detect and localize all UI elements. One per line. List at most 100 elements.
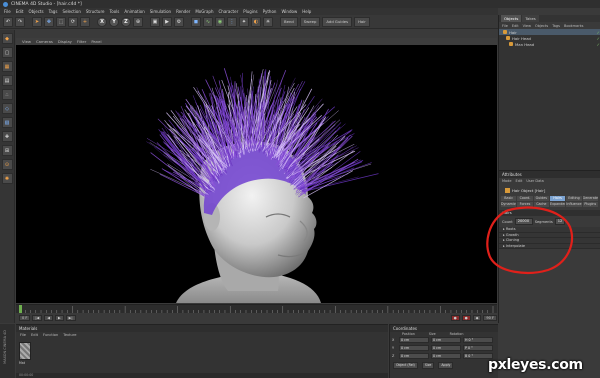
render-view-icon[interactable]: ▣ (150, 16, 160, 27)
viewport-menu-panel[interactable]: Panel (91, 39, 101, 44)
menu-plugins[interactable]: Plugins (243, 9, 257, 14)
menu-structure[interactable]: Structure (86, 9, 105, 14)
tab-objects[interactable]: Objects (501, 15, 522, 22)
tab-takes[interactable]: Takes (522, 15, 539, 22)
texture-mode-icon[interactable]: ▦ (1, 61, 13, 72)
tab-generate[interactable]: Generate (582, 196, 598, 201)
material-menu-function[interactable]: Function (43, 333, 58, 337)
points-mode-icon[interactable]: ∴ (1, 89, 13, 100)
array-icon[interactable]: ⋮ (227, 16, 237, 27)
z-axis-toggle[interactable]: Z (121, 16, 131, 27)
size-field[interactable]: 0 cm (431, 353, 461, 359)
undo-icon[interactable]: ↶ (3, 16, 13, 27)
viewport-menu-cameras[interactable]: Cameras (36, 39, 53, 44)
tab-coord[interactable]: Coord. (517, 196, 533, 201)
model-mode-icon[interactable]: ▢ (1, 47, 13, 58)
viewport-menu-view[interactable]: View (22, 39, 31, 44)
axis-mode-icon[interactable]: ✚ (1, 131, 13, 142)
count-field[interactable]: 20000 (514, 218, 533, 225)
menu-animation[interactable]: Animation (124, 9, 144, 14)
hair-tool-icon[interactable]: ✺ (1, 173, 13, 184)
attribute-menu-user-data[interactable]: User Data (526, 179, 543, 183)
apply-button[interactable]: Apply (438, 362, 454, 369)
tab-hairs[interactable]: Hairs (549, 196, 566, 201)
play-button[interactable]: ▶ (54, 315, 64, 321)
perspective-viewport[interactable] (16, 45, 497, 303)
menu-window[interactable]: Window (281, 9, 297, 14)
move-icon[interactable]: ✥ (44, 16, 54, 27)
tweak-mode-icon[interactable]: ⊞ (1, 145, 13, 156)
scene-icon[interactable]: ✦ (239, 16, 249, 27)
material-swatch[interactable] (19, 342, 31, 360)
menu-character[interactable]: Character (218, 9, 238, 14)
menu-simulation[interactable]: Simulation (150, 9, 171, 14)
render-picture-viewer-icon[interactable]: ▶ (162, 16, 172, 27)
size-select[interactable]: Size (421, 362, 435, 369)
object-row[interactable]: Man Head ✓ (499, 41, 600, 47)
tab-influence[interactable]: Influence (566, 202, 582, 207)
tab-forces[interactable]: Forces (517, 202, 533, 207)
bend-button[interactable]: Bend (280, 16, 298, 27)
tab-cache[interactable]: Cache (533, 202, 549, 207)
tab-dynamics[interactable]: Dynamics (501, 202, 517, 207)
hair-button[interactable]: Hair (354, 16, 370, 27)
mode-select[interactable]: Object (Rel) (393, 362, 418, 369)
first-frame-button[interactable]: |◀ (32, 315, 43, 321)
menu-objects[interactable]: Objects (28, 9, 43, 14)
polygons-mode-icon[interactable]: ▧ (1, 117, 13, 128)
spline-icon[interactable]: ∿ (203, 16, 213, 27)
viewport-menu-display[interactable]: Display (58, 39, 72, 44)
visibility-check-icon[interactable]: ✓ (597, 42, 600, 47)
frame-start-field[interactable]: 0 F (19, 315, 31, 321)
viewport-menu-filter[interactable]: Filter (77, 39, 86, 44)
attribute-menu-mode[interactable]: Mode (502, 179, 512, 183)
tab-basic[interactable]: Basic (501, 196, 517, 201)
recent-tool-icon[interactable]: + (80, 16, 90, 27)
size-field[interactable]: 0 cm (431, 337, 461, 343)
menu-mograph[interactable]: MoGraph (195, 9, 213, 14)
menu-selection[interactable]: Selection (62, 9, 80, 14)
prev-frame-button[interactable]: ◀ (44, 315, 53, 321)
menu-tags[interactable]: Tags (49, 9, 58, 14)
keyframe-selection-button[interactable]: ◆ (472, 315, 482, 321)
position-field[interactable]: 0 cm (399, 345, 429, 351)
redo-icon[interactable]: ↷ (15, 16, 25, 27)
object-row[interactable]: Hair Head ✓ (499, 35, 600, 41)
tab-editing[interactable]: Editing (566, 196, 582, 201)
material-menu-file[interactable]: File (20, 333, 26, 337)
scale-icon[interactable]: ⬚ (56, 16, 66, 27)
x-axis-toggle[interactable]: X (97, 16, 107, 27)
menu-tools[interactable]: Tools (109, 9, 119, 14)
object-row[interactable]: Hair ✓ (499, 29, 600, 35)
visibility-check-icon[interactable]: ✓ (597, 36, 600, 41)
workplane-icon[interactable]: ▤ (1, 75, 13, 86)
material-menu-texture[interactable]: Texture (63, 333, 76, 337)
light-icon[interactable]: ☀ (263, 16, 273, 27)
coord-system-icon[interactable]: ⊕ (133, 16, 143, 27)
object-menu-tags[interactable]: Tags (552, 24, 560, 28)
record-button[interactable]: ● (450, 315, 460, 321)
attribute-menu-edit[interactable]: Edit (516, 179, 523, 183)
menu-edit[interactable]: Edit (16, 9, 24, 14)
tab-expanded[interactable]: Expanded (549, 202, 566, 207)
rotation-field[interactable]: H 0 ° (463, 337, 493, 343)
autokey-button[interactable]: ● (461, 315, 471, 321)
y-axis-toggle[interactable]: Y (109, 16, 119, 27)
tab-plugins[interactable]: Plugins (582, 202, 598, 207)
segments-field[interactable]: 12 (554, 218, 566, 225)
menu-render[interactable]: Render (176, 9, 190, 14)
live-select-icon[interactable]: ➤ (32, 16, 42, 27)
position-field[interactable]: 0 cm (399, 353, 429, 359)
object-menu-bookmarks[interactable]: Bookmarks (564, 24, 584, 28)
make-editable-icon[interactable]: ◆ (1, 33, 13, 44)
frame-end-field[interactable]: 90 F (483, 315, 497, 321)
menu-help[interactable]: Help (302, 9, 311, 14)
object-menu-view[interactable]: View (523, 24, 531, 28)
material-menu-edit[interactable]: Edit (31, 333, 38, 337)
next-frame-button[interactable]: ▶| (65, 315, 76, 321)
add-guides-button[interactable]: Add Guides (322, 16, 353, 27)
object-menu-file[interactable]: File (502, 24, 508, 28)
nurbs-icon[interactable]: ◉ (215, 16, 225, 27)
tab-guides[interactable]: Guides (533, 196, 549, 201)
edges-mode-icon[interactable]: ◇ (1, 103, 13, 114)
